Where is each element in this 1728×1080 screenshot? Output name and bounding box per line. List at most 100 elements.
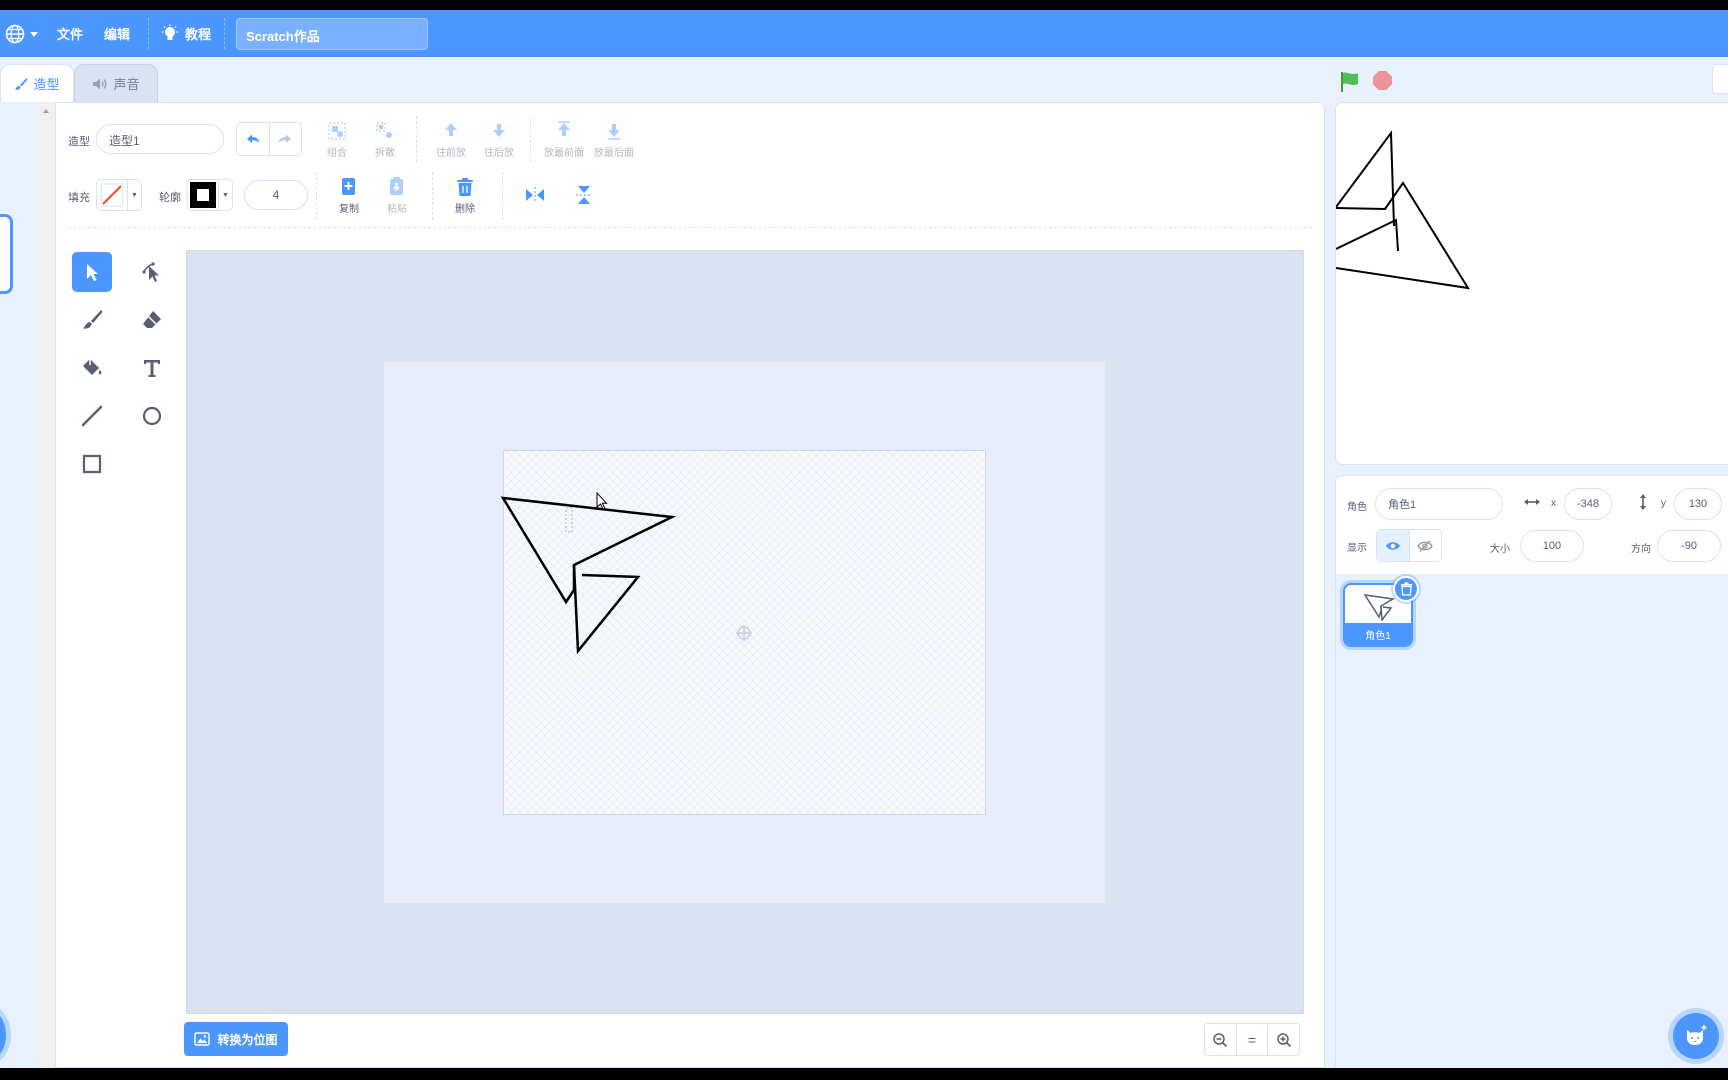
paste-button[interactable]: 粘贴 [382, 176, 412, 215]
green-flag-icon[interactable] [1338, 70, 1362, 94]
outline-color-picker[interactable]: ▼ [187, 179, 233, 211]
stage-size-toggle[interactable] [1712, 64, 1728, 94]
copy-label: 复制 [339, 204, 359, 215]
x-position-input[interactable]: -348 [1564, 488, 1612, 520]
reshape-tool[interactable] [132, 252, 172, 292]
tab-costumes[interactable]: 造型 [0, 64, 74, 102]
redo-icon [278, 134, 292, 143]
front-button[interactable]: 放最前面 [542, 120, 586, 159]
zoom-out-icon [1213, 1032, 1228, 1047]
show-label: 显示 [1347, 543, 1367, 554]
costume-list-scrollbar[interactable] [38, 102, 54, 1068]
move-forward-icon [445, 123, 457, 136]
circle-tool[interactable] [132, 396, 172, 436]
line-tool[interactable] [72, 396, 112, 436]
menu-bar: 文件 编辑 教程 Scratch作品 [0, 10, 1728, 57]
eraser-icon [143, 311, 161, 328]
outline-label: 轮廓 [159, 192, 181, 204]
tutorials-menu[interactable]: 教程 [161, 10, 211, 57]
direction-input[interactable]: -90 [1657, 530, 1721, 562]
costume-name-input[interactable]: 造型1 [96, 124, 224, 154]
edit-menu[interactable]: 编辑 [104, 10, 130, 57]
stage[interactable] [1335, 102, 1728, 465]
trash-icon [1400, 582, 1412, 596]
ungroup-label: 拆散 [375, 148, 395, 159]
delete-button[interactable]: 删除 [450, 176, 480, 215]
front-label: 放最前面 [544, 148, 584, 159]
trash-icon [457, 178, 473, 196]
eye-slash-icon [1417, 539, 1434, 552]
convert-to-bitmap-button[interactable]: 转换为位图 [184, 1022, 288, 1056]
forward-button[interactable]: 往前放 [434, 120, 468, 159]
flip-horizontal-icon [526, 187, 544, 203]
fill-swatch[interactable] [97, 180, 127, 210]
image-icon [194, 1032, 211, 1046]
toolbar-divider [530, 116, 531, 162]
rectangle-icon [82, 454, 102, 474]
outline-width-input[interactable]: 4 [244, 180, 308, 210]
zoom-in-icon [1276, 1032, 1291, 1047]
line-icon [81, 405, 103, 427]
fill-label: 填充 [68, 192, 90, 204]
toolbar-divider [502, 172, 503, 220]
top-letterbox [0, 0, 1728, 10]
show-sprite-button[interactable] [1377, 530, 1409, 561]
zoom-out-button[interactable] [1205, 1024, 1236, 1055]
rectangle-tool[interactable] [72, 444, 112, 484]
choose-sprite-button[interactable] [1673, 1013, 1719, 1059]
copy-icon [342, 178, 355, 195]
fill-dropdown-arrow[interactable]: ▼ [127, 180, 141, 210]
tab-sounds[interactable]: 声音 [74, 64, 158, 102]
ungroup-icon [376, 122, 392, 138]
zoom-in-button[interactable] [1267, 1024, 1299, 1055]
delete-sprite-button[interactable] [1393, 576, 1419, 602]
toolbar-separator [68, 227, 1312, 228]
hide-sprite-button[interactable] [1408, 530, 1442, 561]
flip-vertical-button[interactable] [572, 184, 596, 206]
text-tool[interactable] [132, 348, 172, 388]
stage-sprite-drawing [1336, 130, 1470, 290]
reshape-icon [142, 262, 159, 282]
outline-swatch[interactable] [188, 180, 218, 210]
group-label: 组合 [327, 148, 347, 159]
select-tool[interactable] [72, 252, 112, 292]
outline-dropdown-arrow[interactable]: ▼ [218, 180, 232, 210]
fill-color-picker[interactable]: ▼ [96, 179, 142, 211]
undo-icon [246, 134, 260, 143]
redo-button[interactable] [268, 123, 302, 155]
file-menu[interactable]: 文件 [57, 10, 83, 57]
rotation-center-icon[interactable] [735, 624, 753, 642]
costume-thumbnail-selected[interactable] [0, 214, 13, 294]
ungroup-button[interactable]: 拆散 [370, 120, 400, 159]
speaker-icon [93, 78, 107, 89]
paste-label: 粘贴 [387, 204, 407, 215]
scroll-up-arrow-icon[interactable] [38, 104, 54, 118]
globe-icon [5, 24, 25, 43]
y-position-input[interactable]: 130 [1674, 488, 1722, 520]
move-to-front-icon [558, 121, 570, 136]
size-input[interactable]: 100 [1520, 530, 1584, 562]
circle-icon [142, 406, 162, 426]
fill-tool[interactable] [72, 348, 112, 388]
tutorials-label: 教程 [185, 27, 212, 42]
copy-button[interactable]: 复制 [334, 176, 364, 215]
language-menu[interactable] [4, 10, 39, 57]
no-fill-swatch-icon [100, 183, 124, 207]
sprite-name-input[interactable]: 角色1 [1375, 488, 1503, 520]
direction-label: 方向 [1631, 544, 1651, 555]
drawing-strokes[interactable] [490, 480, 750, 660]
backward-button[interactable]: 往后放 [482, 120, 516, 159]
convert-to-bitmap-label: 转换为位图 [217, 1032, 278, 1047]
eraser-tool[interactable] [132, 300, 172, 340]
zoom-reset-button[interactable]: = [1235, 1024, 1268, 1055]
project-title-input[interactable]: Scratch作品 [236, 18, 428, 50]
toolbar-divider [316, 172, 317, 220]
group-button[interactable]: 组合 [322, 120, 352, 159]
undo-button[interactable] [237, 123, 269, 155]
flip-horizontal-button[interactable] [523, 184, 547, 206]
sprite-name-label: 角色 [1347, 502, 1367, 513]
back-button[interactable]: 放最后面 [592, 120, 636, 159]
brush-tool[interactable] [72, 300, 112, 340]
stop-button[interactable] [1373, 71, 1392, 90]
scratch-editor: 文件 编辑 教程 Scratch作品 造型 声音 造型 造型1 组合 拆散 往前… [0, 0, 1728, 1080]
